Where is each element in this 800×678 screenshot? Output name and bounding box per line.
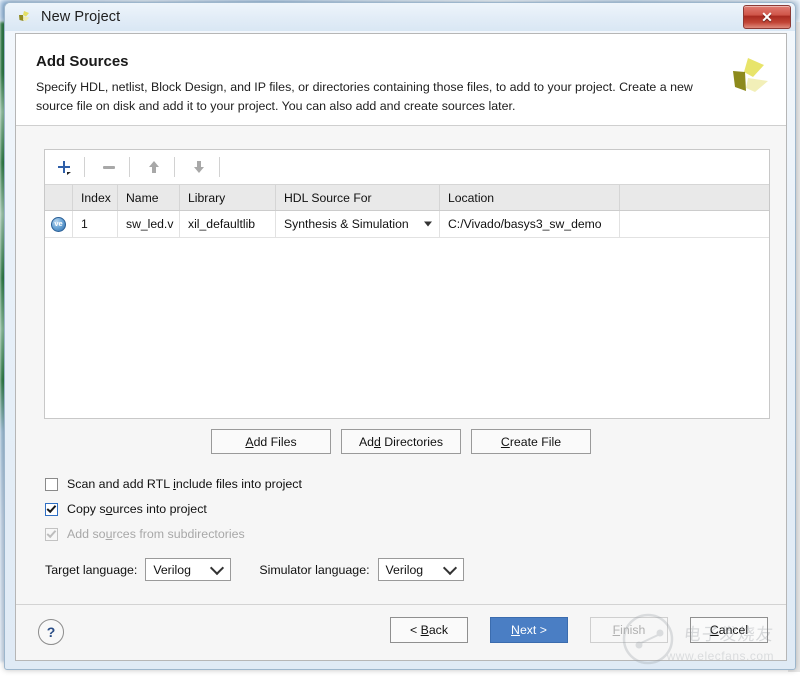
checkbox-scan-rtl-include-box[interactable] xyxy=(45,478,58,491)
column-header-hdl-source-for[interactable]: HDL Source For xyxy=(276,185,440,210)
language-selectors: Target language: Verilog Simulator langu… xyxy=(45,558,464,581)
cell-index: 1 xyxy=(73,211,118,238)
column-header-location[interactable]: Location xyxy=(440,185,620,210)
column-header-name[interactable]: Name xyxy=(118,185,180,210)
target-language-value: Verilog xyxy=(153,563,191,577)
cancel-button[interactable]: Cancel xyxy=(690,617,768,643)
checkbox-add-subdirectories: Add sources from subdirectories xyxy=(45,527,245,541)
checkbox-copy-sources-box[interactable] xyxy=(45,503,58,516)
checkbox-add-subdirectories-box xyxy=(45,528,58,541)
column-header-index[interactable]: Index xyxy=(73,185,118,210)
create-file-button[interactable]: Create File xyxy=(471,429,591,454)
sources-toolbar xyxy=(45,150,769,185)
dialog-footer: ? < Back Next > Finish Cancel xyxy=(16,604,786,660)
page-description: Specify HDL, netlist, Block Design, and … xyxy=(36,78,726,116)
column-header-library[interactable]: Library xyxy=(180,185,276,210)
checkbox-scan-rtl-include[interactable]: Scan and add RTL include files into proj… xyxy=(45,477,302,491)
target-language-label: Target language: xyxy=(45,563,137,577)
add-files-label: dd Files xyxy=(254,435,297,449)
add-files-mnemonic: A xyxy=(245,435,253,449)
create-file-label: reate File xyxy=(510,435,561,449)
dialog-title: New Project xyxy=(41,9,120,25)
sources-table-container: Index Name Library HDL Source For Locati… xyxy=(44,149,770,419)
next-button[interactable]: Next > xyxy=(490,617,568,643)
column-header-filler xyxy=(620,185,769,210)
page-header: Add Sources Specify HDL, netlist, Block … xyxy=(16,34,786,126)
close-icon: ✕ xyxy=(761,9,773,26)
cell-hdl-source-for[interactable]: Synthesis & Simulation xyxy=(276,211,440,238)
toolbar-separator xyxy=(129,157,130,177)
table-header-row: Index Name Library HDL Source For Locati… xyxy=(45,185,769,211)
simulator-language-label: Simulator language: xyxy=(259,563,369,577)
finish-button: Finish xyxy=(590,617,668,643)
add-directories-button[interactable]: Add Directories xyxy=(341,429,461,454)
new-project-dialog: New Project ✕ Add Sources Specify HDL, n… xyxy=(4,2,796,670)
checkbox-scan-rtl-include-label: Scan and add RTL include files into proj… xyxy=(67,477,302,491)
xilinx-logo-icon xyxy=(16,9,32,25)
xilinx-logo xyxy=(724,54,772,102)
dialog-titlebar: New Project ✕ xyxy=(5,3,795,31)
dialog-content-panel: Add Sources Specify HDL, netlist, Block … xyxy=(15,33,787,661)
table-row[interactable]: ve 1 sw_led.v xil_defaultlib Synthesis &… xyxy=(45,211,769,238)
chevron-down-icon xyxy=(210,560,224,574)
page-title: Add Sources xyxy=(36,53,129,70)
chevron-down-icon xyxy=(442,560,456,574)
move-up-button[interactable] xyxy=(139,154,169,180)
checkbox-copy-sources-label: Copy sources into project xyxy=(67,502,207,516)
checkbox-add-subdirectories-label: Add sources from subdirectories xyxy=(67,527,245,541)
add-directories-mnemonic: d xyxy=(374,435,381,449)
help-button[interactable]: ? xyxy=(38,619,64,645)
toolbar-separator xyxy=(84,157,85,177)
back-button[interactable]: < Back xyxy=(390,617,468,643)
cell-location: C:/Vivado/basys3_sw_demo xyxy=(440,211,620,238)
verilog-file-icon: ve xyxy=(51,217,66,232)
simulator-language-select[interactable]: Verilog xyxy=(378,558,464,581)
add-source-button[interactable] xyxy=(49,154,79,180)
remove-source-button[interactable] xyxy=(94,154,124,180)
chevron-down-icon[interactable] xyxy=(424,222,432,227)
simulator-language-value: Verilog xyxy=(386,563,424,577)
source-action-buttons: Add Files Add Directories Create File xyxy=(16,429,786,454)
checkbox-copy-sources[interactable]: Copy sources into project xyxy=(45,502,207,516)
navigation-buttons: < Back Next > Finish Cancel xyxy=(390,617,768,643)
cell-library[interactable]: xil_defaultlib xyxy=(180,211,276,238)
cell-filler xyxy=(620,211,769,238)
add-directories-label: Directories xyxy=(381,435,443,449)
row-file-type-icon-cell: ve xyxy=(45,211,73,238)
cell-name: sw_led.v xyxy=(118,211,180,238)
toolbar-separator xyxy=(174,157,175,177)
add-files-button[interactable]: Add Files xyxy=(211,429,331,454)
add-directories-label-pre: Ad xyxy=(359,435,374,449)
toolbar-separator xyxy=(219,157,220,177)
target-language-select[interactable]: Verilog xyxy=(145,558,231,581)
close-button[interactable]: ✕ xyxy=(743,5,791,29)
move-down-button[interactable] xyxy=(184,154,214,180)
create-file-mnemonic: C xyxy=(501,435,510,449)
cell-hdl-source-for-value: Synthesis & Simulation xyxy=(284,217,409,231)
column-header-icon[interactable] xyxy=(45,185,73,210)
